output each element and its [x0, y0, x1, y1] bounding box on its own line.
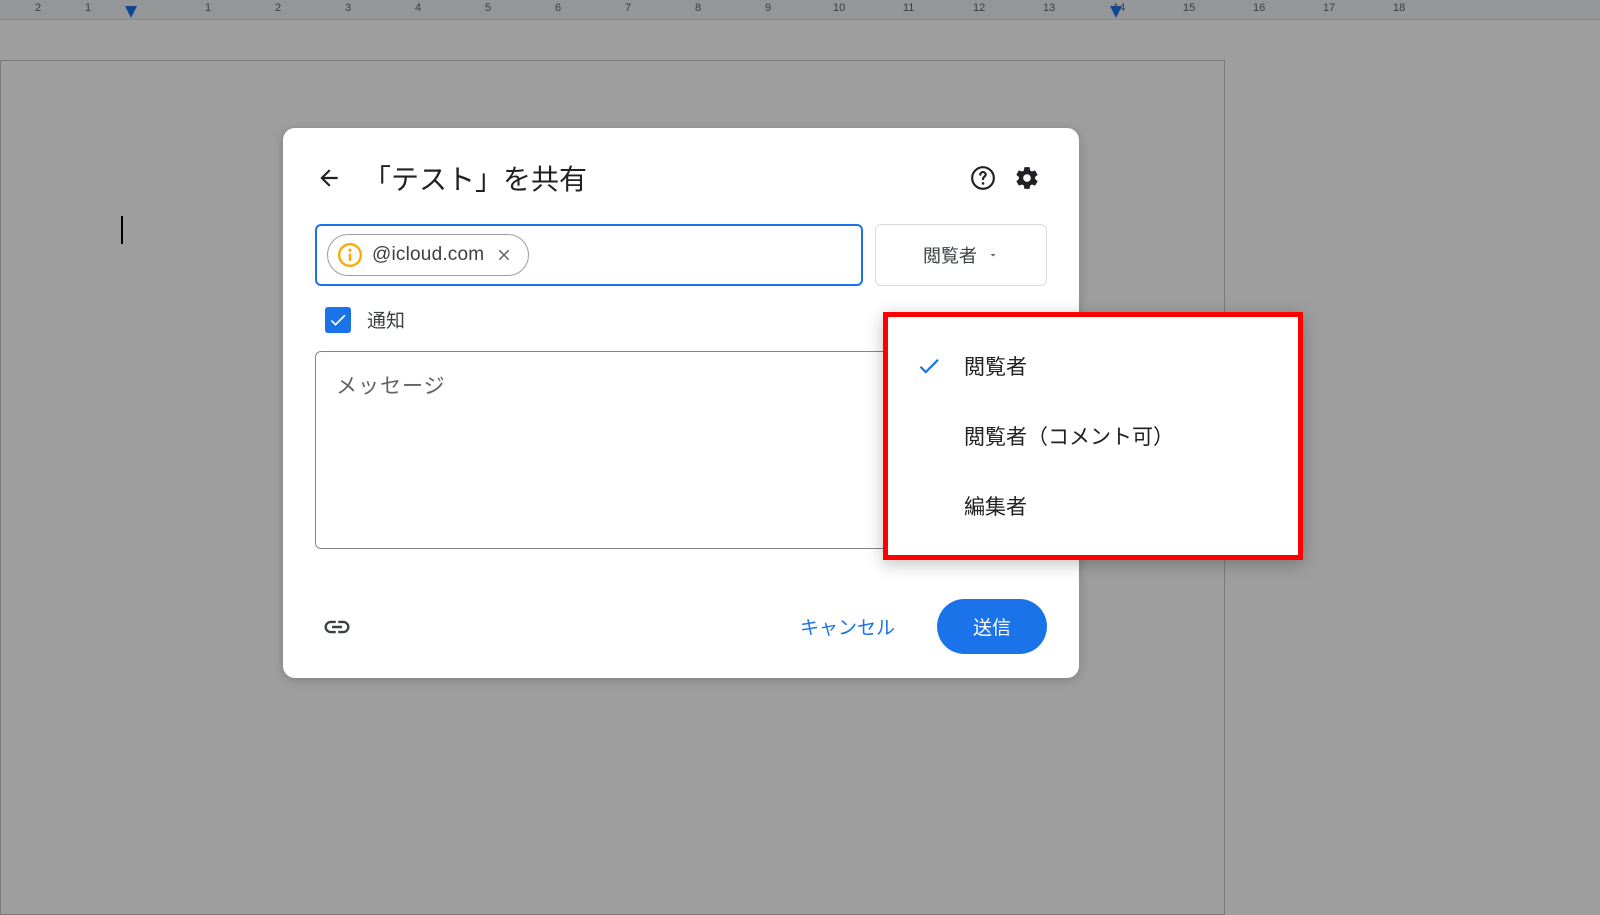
chip-email: @icloud.com: [372, 244, 484, 266]
gear-icon: [1014, 165, 1040, 191]
send-button[interactable]: 送信: [937, 599, 1047, 654]
dropdown-item-commenter[interactable]: 閲覧者（コメント可）: [888, 401, 1298, 471]
back-button[interactable]: [309, 158, 349, 198]
permission-select[interactable]: 閲覧者: [875, 224, 1047, 286]
dialog-header: 「テスト」を共有: [315, 158, 1047, 198]
settings-button[interactable]: [1007, 158, 1047, 198]
dialog-title: 「テスト」を共有: [363, 158, 959, 198]
info-icon: [336, 241, 364, 269]
cancel-button[interactable]: キャンセル: [778, 601, 917, 652]
message-placeholder: メッセージ: [336, 375, 446, 398]
dropdown-item-label: 閲覧者（コメント可）: [964, 421, 1174, 451]
notify-checkbox[interactable]: [325, 307, 351, 333]
link-icon: [322, 612, 352, 642]
dropdown-item-editor[interactable]: 編集者: [888, 471, 1298, 541]
recipient-input[interactable]: @icloud.com: [315, 224, 863, 286]
dialog-footer: キャンセル 送信: [315, 599, 1047, 654]
check-icon: [916, 353, 942, 379]
close-icon: [495, 246, 513, 264]
dropdown-item-label: 編集者: [964, 491, 1027, 521]
chevron-down-icon: [987, 249, 999, 261]
dropdown-item-viewer[interactable]: 閲覧者: [888, 331, 1298, 401]
recipient-chip[interactable]: @icloud.com: [327, 234, 529, 276]
permission-dropdown-menu: 閲覧者 閲覧者（コメント可） 編集者: [883, 312, 1303, 560]
chip-remove-button[interactable]: [492, 243, 516, 267]
recipient-row: @icloud.com 閲覧者: [315, 224, 1047, 286]
dropdown-item-label: 閲覧者: [964, 351, 1027, 381]
help-button[interactable]: [963, 158, 1003, 198]
copy-link-button[interactable]: [315, 605, 359, 649]
help-icon: [970, 165, 996, 191]
notify-label: 通知: [367, 306, 405, 333]
check-icon: [328, 310, 348, 330]
permission-select-label: 閲覧者: [923, 242, 977, 268]
arrow-left-icon: [316, 165, 342, 191]
